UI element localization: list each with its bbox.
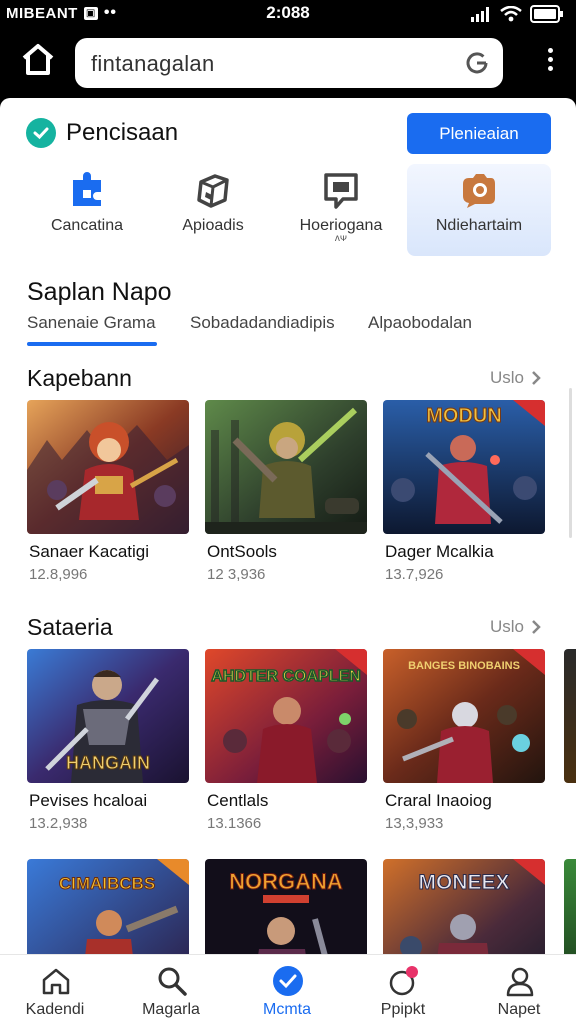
quick-action-0[interactable]: Cancatina: [22, 164, 152, 256]
nav-label: Kadendi: [25, 1001, 85, 1018]
profile-icon: [506, 967, 534, 997]
game-downloads: 12 3,936: [207, 566, 266, 583]
banner-text: HANGAIN: [66, 753, 150, 773]
chat-icon: [324, 173, 358, 209]
nav-item-2[interactable]: Mcmta: [232, 961, 342, 1021]
camera-icon: [463, 174, 495, 208]
tab-0[interactable]: Sanenaie Grama: [27, 313, 156, 333]
quick-action-sublabel: ᴧᴪ: [334, 233, 348, 244]
game-thumbnail: MONEEX: [383, 859, 545, 954]
google-icon[interactable]: [463, 49, 491, 77]
status-icons: [470, 5, 564, 23]
banner-text: BANGES BINOBAINS: [408, 660, 520, 672]
banner-text: MONEEX: [418, 871, 509, 894]
status-bar: MIBEANT ▣ •• 2:088: [0, 0, 576, 26]
game-downloads: 13,3,933: [385, 815, 444, 832]
bottom-navigation: Kadendi Magarla Mcmta Ppipkt Napet: [0, 954, 576, 1024]
home-button[interactable]: [18, 40, 58, 80]
check-circle-icon: [273, 966, 303, 996]
dot-icon: [547, 57, 553, 62]
brand-header: Pencisaan: [26, 118, 178, 148]
game-title: OntSools: [207, 542, 277, 561]
game-downloads: 13.7,926: [385, 566, 444, 583]
see-all-label: Uslo: [489, 617, 524, 636]
quick-action-1[interactable]: Apioadis: [148, 164, 278, 256]
game-thumbnail: HANGAIN: [27, 649, 189, 783]
banner-text: CIMAIBCBS: [59, 874, 155, 893]
game-thumbnail: MODUN: [383, 400, 545, 534]
active-tab-indicator: [27, 342, 157, 346]
row-title: Kapebann: [27, 365, 132, 391]
quick-action-label: Hoeriogana: [299, 217, 383, 234]
game-thumbnail: BANGES BINOBAINS: [383, 649, 545, 783]
quick-action-label: Apioadis: [182, 217, 244, 234]
address-text: fintanagalan: [91, 51, 215, 76]
game-downloads: 13.2,938: [29, 815, 88, 832]
wifi-icon: [500, 6, 522, 22]
game-thumbnail: [27, 400, 189, 534]
nav-item-4[interactable]: Napet: [464, 961, 574, 1021]
dot-icon: [547, 66, 553, 71]
tab-2[interactable]: Alpaobodalan: [368, 313, 472, 333]
category-tabs: Sanenaie Grama Sobadadandiadipis Alpaobo…: [0, 310, 576, 346]
chevron-right-icon: [532, 620, 541, 634]
quick-action-label: Cancatina: [50, 217, 124, 234]
nav-label: Mcmta: [263, 1001, 311, 1018]
game-downloads: 13.1366: [207, 815, 262, 832]
banner-text: AHDTER COAPLEN: [211, 668, 360, 685]
nav-item-3[interactable]: Ppipkt: [348, 961, 458, 1021]
nav-label: Ppipkt: [380, 1001, 426, 1018]
game-thumbnail: AHDTER COAPLEN: [205, 649, 367, 783]
cube-icon: [197, 174, 229, 208]
banner-text: NORGANA: [229, 869, 343, 894]
home-icon: [22, 44, 54, 75]
section-title: Saplan Napo: [27, 278, 172, 306]
scrollbar[interactable]: [569, 388, 572, 538]
game-downloads: 12.8,996: [29, 566, 88, 583]
quick-action-2[interactable]: Hoeriogana ᴧᴪ: [276, 164, 406, 256]
nav-item-1[interactable]: Magarla: [116, 961, 226, 1021]
brand-title: Pencisaan: [66, 119, 179, 146]
address-bar[interactable]: fintanagalan: [75, 38, 503, 88]
primary-action-button[interactable]: Plenieaian: [407, 113, 551, 154]
see-all-link[interactable]: Uslo: [490, 368, 542, 388]
dot-icon: [547, 48, 553, 53]
nav-label: Napet: [497, 1001, 541, 1018]
notification-icon: [389, 966, 418, 996]
home-icon: [42, 968, 70, 995]
game-title: Pevises hcaloai: [29, 791, 148, 810]
quick-action-3[interactable]: Ndiehartaim: [407, 164, 551, 256]
banner-text: MODUN: [426, 405, 502, 427]
chevron-right-icon: [532, 371, 541, 385]
next-card-peek[interactable]: [564, 859, 576, 954]
quick-action-label: Ndiehartaim: [435, 217, 523, 234]
nav-item-0[interactable]: Kadendi: [0, 961, 110, 1021]
browser-toolbar: fintanagalan: [0, 26, 576, 98]
quick-actions: Cancatina Apioadis Hoeriogana ᴧᴪ Ndiehar…: [0, 164, 576, 260]
overflow-menu-button[interactable]: [546, 46, 554, 80]
game-title: Centlals: [207, 791, 269, 810]
verified-check-icon: [26, 118, 56, 148]
main-content: Pencisaan Plenieaian Cancatina Apioadis …: [0, 98, 576, 954]
search-icon: [158, 967, 187, 996]
signal-icon: [471, 7, 489, 22]
game-title: Dager Mcalkia: [385, 542, 494, 561]
puzzle-icon: [73, 172, 101, 206]
see-all-label: Uslo: [489, 368, 524, 387]
game-thumbnail: CIMAIBCBS: [27, 859, 189, 954]
game-title: Craral Inaoiog: [385, 791, 492, 810]
battery-icon: [530, 5, 563, 23]
game-title: Sanaer Kacatigi: [29, 542, 150, 561]
next-card-peek[interactable]: [564, 649, 576, 783]
nav-label: Magarla: [142, 1001, 200, 1018]
tab-1[interactable]: Sobadadandiadipis: [190, 313, 335, 333]
row-title: Sataeria: [27, 614, 113, 640]
game-thumbnail: [205, 400, 367, 534]
see-all-link[interactable]: Uslo: [490, 617, 542, 637]
game-thumbnail: NORGANA: [205, 859, 367, 954]
